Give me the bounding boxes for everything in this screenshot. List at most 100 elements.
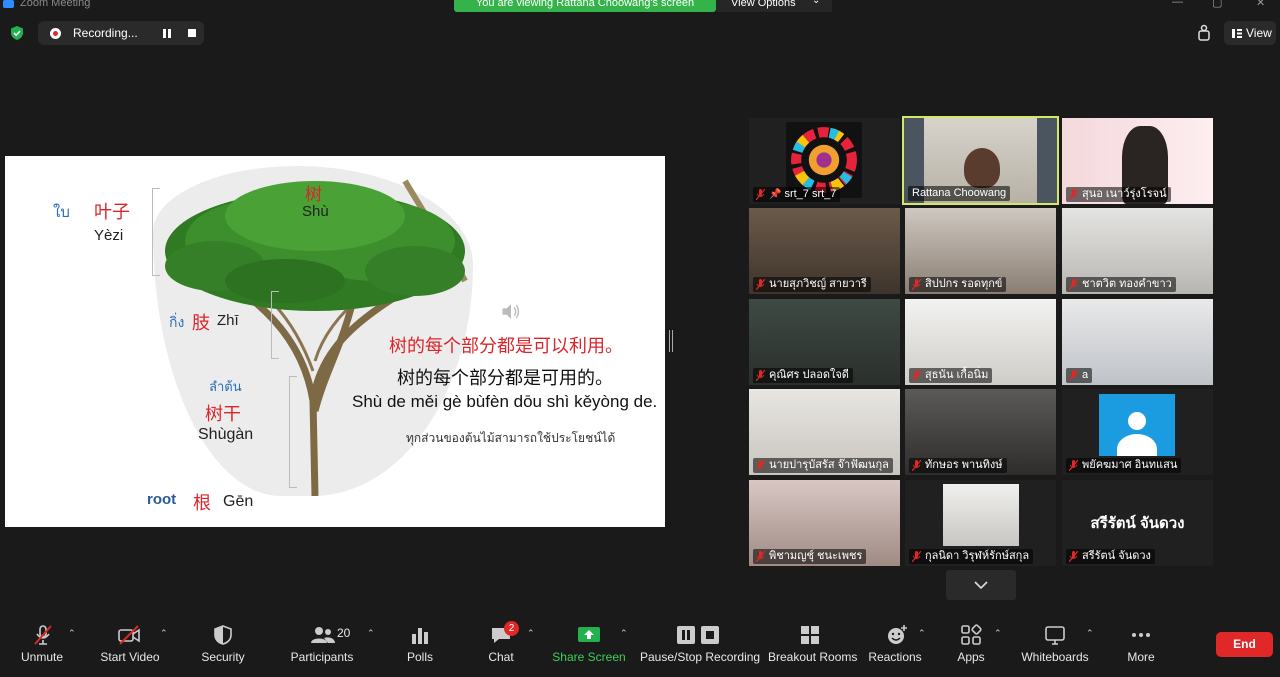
sentence-thai: ทุกส่วนของต้นไม้สามารถใช้ประโยชน์ได้ [406,431,616,445]
participant-name: พิชามญชุ์ ชนะเพชร [769,550,863,562]
whiteboards-options-caret[interactable]: ⌃ [1086,628,1094,639]
leaf-hanzi-label: 叶子 [94,202,130,222]
participant-tile[interactable]: a [1062,299,1213,385]
apps-options-caret[interactable]: ⌃ [994,628,1002,639]
participant-tile[interactable]: 📌 srt_7 srt_7 [749,118,900,204]
chevron-down-icon: ⌄ [812,0,821,6]
breakout-rooms-button[interactable]: Breakout Rooms [768,612,858,677]
reactions-options-caret[interactable]: ⌃ [918,628,926,639]
root-english-label: root [147,491,177,508]
start-video-button[interactable]: Start Video [96,612,164,677]
chevron-down-icon [974,581,988,589]
default-avatar [1099,394,1175,456]
view-options-label: View Options [731,0,796,9]
branch-bracket [271,291,279,359]
view-options-menu[interactable]: View Options ⌄ [716,0,832,12]
polls-icon [412,628,428,644]
shield-check-icon[interactable] [9,25,25,41]
participant-name: พยัคฆมาศ อินทแสน [1082,459,1178,471]
security-label: Security [201,650,245,664]
polls-button[interactable]: Polls [398,612,442,677]
participant-tile[interactable]: สิปปกร รอดทุกข์ [905,208,1056,294]
avatar-body [1117,434,1157,456]
muted-mic-icon [756,189,765,200]
polls-label: Polls [406,650,433,664]
reactions-button[interactable]: Reactions [868,612,922,677]
muted-mic-icon [912,279,921,290]
muted-mic-icon [1069,370,1078,381]
participant-nametag: ทักษอร พานทิงษ์ [909,458,1007,473]
tree-hanzi-label: 树 [305,185,322,204]
chat-button[interactable]: 2 Chat [480,612,522,677]
audio-options-caret[interactable]: ⌃ [68,628,76,639]
participant-tile[interactable]: สรีรัตน์ จันดวง สรีรัตน์ จันดวง [1062,480,1213,566]
participant-display-name: สรีรัตน์ จันดวง [1090,515,1185,532]
video-options-caret[interactable]: ⌃ [160,628,168,639]
participant-tile[interactable]: Rattana Choowang [902,116,1059,205]
participant-tile[interactable]: ทักษอร พานทิงษ์ [905,389,1056,475]
participant-tile[interactable]: นายสุภวิชญ์ สายวารี [749,208,900,294]
maximize-icon[interactable]: ▢ [1212,0,1222,9]
muted-mic-icon [756,279,765,290]
participant-tile[interactable]: สุนอ เนาว์รุ่งโรจน์ [1062,118,1213,204]
leaf-pinyin-label: Yèzi [94,227,124,244]
video-off-icon [118,625,140,645]
close-icon[interactable]: ✕ [1256,0,1265,9]
muted-mic-icon [912,370,921,381]
participant-name: สุธนัน เกื้อนิ่ม [925,369,989,381]
participant-tile[interactable]: พิชามญชุ์ ชนะเพชร [749,480,900,566]
avatar-head [1128,412,1146,430]
participant-tile[interactable]: พยัคฆมาศ อินทแสน [1062,389,1213,475]
participants-options-caret[interactable]: ⌃ [367,628,375,639]
share-options-caret[interactable]: ⌃ [620,628,628,639]
end-meeting-button[interactable]: End [1216,632,1273,657]
sentence-red: 树的每个部分都是可以利用。 [389,336,623,356]
share-screen-button[interactable]: Share Screen [552,612,626,677]
participants-button[interactable]: 20 Participants [290,612,354,677]
shared-screen-slide: ใบ 叶子 Yèzi 树 Shù กิ่ง 肢 Zhī ลำต้น 树干 Shù… [5,156,665,527]
muted-mic-icon [756,460,765,471]
participant-name: นายปารุบัสรัส จ๊าฟัฒนกุล [769,459,889,471]
participant-name: สุนอ เนาว์รุ่งโรจน์ [1082,188,1167,200]
muted-mic-icon [1069,551,1078,562]
participant-name: คุณิศร ปลอดใจดี [769,369,849,381]
participant-nametag: คุณิศร ปลอดใจดี [753,368,853,383]
chat-options-caret[interactable]: ⌃ [527,628,535,639]
pause-stop-recording-button[interactable]: Pause/Stop Recording [640,612,760,677]
muted-mic-icon [912,460,921,471]
participant-tile[interactable]: กุลนิดา วิรุฬห์รักษ์สกุล [905,480,1056,566]
speaker-icon[interactable] [500,303,522,320]
split-view-divider[interactable] [669,330,673,352]
whiteboards-button[interactable]: Whiteboards [1020,612,1090,677]
breakout-rooms-label: Breakout Rooms [768,650,858,664]
whiteboard-icon [1045,626,1065,645]
pin-icon: 📌 [769,189,782,200]
pause-recording-icon[interactable] [163,29,171,38]
gallery-next-page-button[interactable] [946,570,1016,600]
mic-muted-icon [34,625,52,645]
view-button-label: View [1246,26,1272,40]
participant-tile[interactable]: ชาตวิต ทองคำขาว [1062,208,1213,294]
participant-tile[interactable]: คุณิศร ปลอดใจดี [749,299,900,385]
view-button[interactable]: View [1224,21,1276,45]
more-button[interactable]: More [1120,612,1162,677]
participant-nametag: สรีรัตน์ จันดวง [1066,549,1155,564]
muted-mic-icon [1069,189,1078,200]
participant-tile[interactable]: นายปารุบัสรัส จ๊าฟัฒนกุล [749,389,900,475]
more-icon [1132,633,1150,637]
trunk-thai-label: ลำต้น [209,379,242,394]
unmute-label: Unmute [20,650,64,664]
share-banner: You are viewing Rattana Choowang's scree… [454,0,716,12]
unmute-button[interactable]: Unmute [12,612,72,677]
immersive-view-icon[interactable] [1195,24,1213,42]
root-pinyin-label: Gēn [223,493,254,510]
apps-icon [961,624,982,645]
minimize-icon[interactable]: — [1172,0,1183,8]
gallery-view-icon [1232,29,1242,38]
security-button[interactable]: Security [196,612,250,677]
leaf-thai-label: ใบ [53,204,70,221]
branch-hanzi-label: 肢 [192,313,210,333]
stop-recording-icon[interactable] [188,29,196,37]
apps-button[interactable]: Apps [950,612,992,677]
participant-tile[interactable]: สุธนัน เกื้อนิ่ม [905,299,1056,385]
